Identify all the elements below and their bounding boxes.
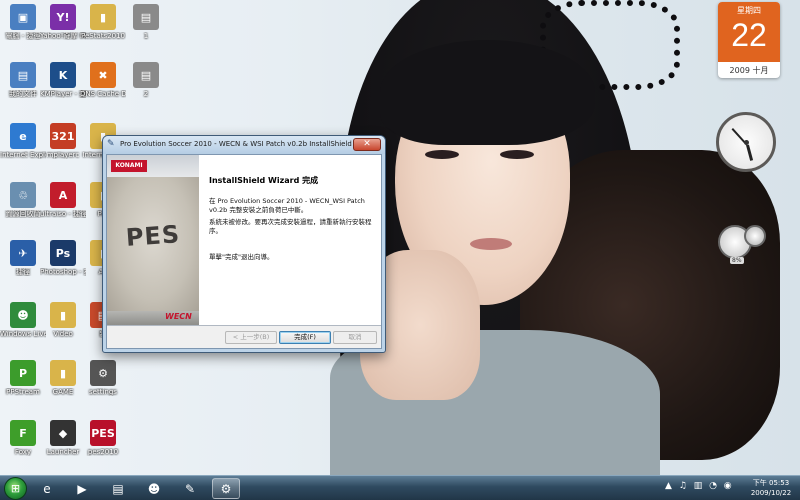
documents-icon: ▤ [10,62,36,88]
recycle-bin-icon: ♲ [10,182,36,208]
photoshop-icon: Ps [50,240,76,266]
dialog-message-1: 在 Pro Evolution Soccer 2010 - WECN_WSI P… [209,197,365,214]
dialog-message-3: 單擊"完成"退出向導。 [209,253,274,261]
installer-taskbar-icon[interactable]: ⚙ [212,478,240,499]
desktop-icon-1[interactable]: ▤ 1 [123,4,169,40]
meter-label: 8% [730,257,744,264]
finish-button[interactable]: 完成(F) [279,331,331,344]
calendar-gadget[interactable]: 星期四 22 2009 十月 [718,2,780,78]
media-player-icon: 321 [50,123,76,149]
computer-icon: ▣ [10,4,36,30]
pes-logo: PES [124,220,182,252]
gear-icon: ⚙ [90,360,116,386]
installer-icon: ✎ [107,139,115,149]
wizard-taskbar-icon[interactable]: ✎ [176,478,204,499]
pes-icon: PES [90,420,116,446]
cancel-button[interactable]: 取消 [333,331,377,344]
file-icon: ▤ [133,4,159,30]
clock-hour-hand [746,144,754,161]
file-icon: ▤ [133,62,159,88]
dialog-body: KONAMI PES WECN InstallShield Wizard 完成 … [106,154,382,349]
clock-center [744,140,749,145]
desktop-icon-pes2010[interactable]: PES pes2010 [80,420,126,456]
ie-taskbar-icon[interactable]: e [33,478,61,499]
desktop-icon-label: 2 [143,90,149,98]
dialog-message-2: 系統未被修改。要再次完成安裝過程，請重新執行安裝程序。 [209,218,372,235]
wecn-logo: WECN [165,312,192,321]
memory-dial-icon [744,225,766,247]
messenger-taskbar-icon[interactable]: ☻ [140,478,168,499]
desktop-icon-label: pes2010 [87,448,119,456]
installshield-dialog: ✎ Pro Evolution Soccer 2010 - WECN & WSI… [102,135,386,353]
dialog-footer: < 上一步(B) 完成(F) 取消 [107,326,381,348]
calendar-month: 2009 十月 [729,66,769,75]
folder-icon: ▮ [50,302,76,328]
explorer-taskbar-icon[interactable]: ▤ [104,478,132,499]
taskbar-clock[interactable]: 下午 05:53 2009/10/22 [745,478,797,498]
cpu-meter-gadget[interactable]: 8% [718,225,766,265]
desktop-icon-2[interactable]: ▤ 2 [123,62,169,98]
calendar-weekday: 星期四 [737,6,761,15]
desktop-icon-label: settings [89,388,117,396]
kmplayer-icon: K [50,62,76,88]
x-icon: ✖ [90,62,116,88]
wallpaper-bangs [380,40,595,145]
media-taskbar-icon[interactable]: ▶ [68,478,96,499]
close-button[interactable]: ✕ [353,138,381,151]
internet-explorer-icon: e [10,123,36,149]
taskbar: ⊞ e ▶ ▤ ☻ ✎ ⚙ ▲ ♫ ▥ ◔ ◉ 下午 05:53 2009/10/22 [0,475,800,500]
wallpaper-eye [500,150,534,159]
calendar-day: 22 [731,17,767,53]
folder-icon: ▮ [50,360,76,386]
taskbar-date: 2009/10/22 [750,489,792,497]
taskbar-time: 下午 05:53 [752,479,790,487]
desktop-icon-pestats[interactable]: ▮ PeStats2010 [80,4,126,40]
wallpaper-lips [470,238,512,250]
dialog-banner: KONAMI PES WECN [107,155,199,325]
wallpaper-eye [425,150,459,159]
dialog-titlebar[interactable]: ✎ Pro Evolution Soccer 2010 - WECN & WSI… [103,136,385,154]
desktop-icon-label: PeStats2010 [81,32,125,40]
desktop-icon-dns-cache-del[interactable]: ✖ DNS Cache Del [80,62,126,98]
ppstream-icon: P [10,360,36,386]
folder-icon: ▮ [90,4,116,30]
yahoo-messenger-icon: Y! [50,4,76,30]
clock-gadget[interactable] [716,112,776,172]
foxy-icon: F [10,420,36,446]
back-button[interactable]: < 上一步(B) [225,331,277,344]
desktop-icon-label: DNS Cache Del [80,90,126,98]
messenger-icon: ☻ [10,302,36,328]
konami-logo: KONAMI [111,160,147,172]
desktop-icon-label: 1 [143,32,149,40]
launcher-icon: ◆ [50,420,76,446]
dialog-heading: InstallShield Wizard 完成 [209,176,319,185]
dialog-title: Pro Evolution Soccer 2010 - WECN & WSI P… [120,140,352,148]
system-tray-icons[interactable]: ▲ ♫ ▥ ◔ ◉ [665,481,734,491]
banner-artwork: PES [107,177,199,311]
start-button[interactable]: ⊞ [4,477,27,500]
ultraiso-icon: A [50,182,76,208]
desktop-icon-settings[interactable]: ⚙ settings [80,360,126,396]
shortcut-icon: ✈ [10,240,36,266]
